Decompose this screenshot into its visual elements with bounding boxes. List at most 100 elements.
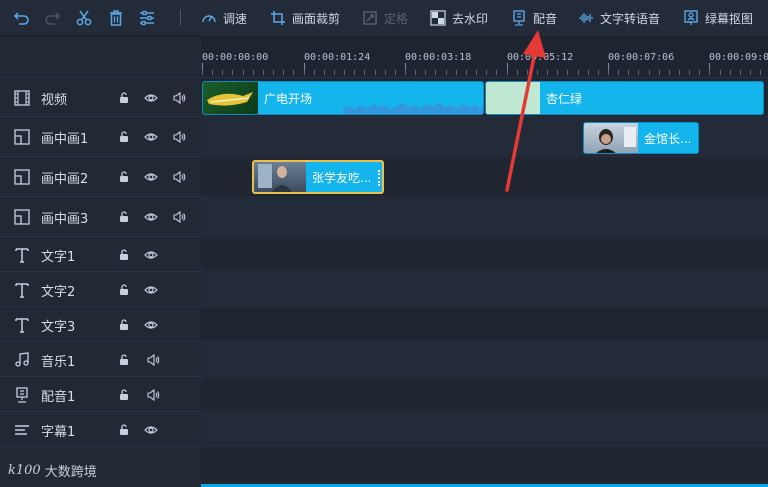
clip-thumbnail <box>584 123 638 153</box>
green-screen-button[interactable]: 绿幕抠图 <box>683 6 753 30</box>
time-ruler[interactable]: 00:00:00:00 00:00:01:24 00:00:03:18 00:00:0… <box>201 37 768 78</box>
music-icon <box>12 350 32 370</box>
ruler-minor-tick <box>466 70 467 75</box>
ruler-minor-tick <box>669 70 670 75</box>
pip-icon <box>12 127 32 147</box>
freeze-button[interactable]: 定格 <box>362 6 408 30</box>
ruler-tick-label: 00:00:00:00 <box>202 52 269 63</box>
text-to-speech-button[interactable]: 文字转语音 <box>578 6 660 30</box>
cut-icon[interactable] <box>73 7 95 29</box>
lock-icon[interactable] <box>116 90 132 106</box>
speaker-icon[interactable] <box>171 90 187 106</box>
crop-icon <box>271 11 285 25</box>
eye-icon[interactable] <box>143 247 159 263</box>
track-header-8[interactable]: 音乐1 <box>0 342 201 377</box>
lock-icon[interactable] <box>116 317 132 333</box>
settings-icon[interactable] <box>136 7 158 29</box>
track-header-3[interactable]: 画中画2 <box>0 157 201 197</box>
track-header-7[interactable]: 文字3 <box>0 307 201 342</box>
lock-icon[interactable] <box>116 247 132 263</box>
lock-icon[interactable] <box>116 422 132 438</box>
ruler-minor-tick <box>659 70 660 75</box>
remove-watermark-icon <box>430 10 446 26</box>
lock-icon[interactable] <box>116 352 132 368</box>
redo-icon[interactable] <box>41 7 63 29</box>
crop-button[interactable]: 画面裁剪 <box>270 6 340 30</box>
track-lane-10[interactable] <box>201 412 768 447</box>
remove-watermark-button[interactable]: 去水印 <box>430 6 488 30</box>
pip-icon <box>12 207 32 227</box>
video-clip-1[interactable]: 广电开场 <box>202 81 484 115</box>
watermark-text: 大数跨境 <box>44 465 97 480</box>
ruler-minor-tick <box>222 70 223 75</box>
eye-icon[interactable] <box>143 129 159 145</box>
track-headers: 视频 画中画1 画中画2 画中画3 文字1 文字2 文字3 音乐1 配音1 字幕1 <box>0 37 201 487</box>
eye-icon[interactable] <box>143 317 159 333</box>
track-header-6[interactable]: 文字2 <box>0 272 201 307</box>
speaker-icon[interactable] <box>145 387 161 403</box>
ruler-minor-tick <box>760 70 761 75</box>
track-label: 字幕1 <box>41 424 76 440</box>
lock-icon[interactable] <box>116 209 132 225</box>
speaker-icon[interactable] <box>171 169 187 185</box>
ruler-minor-tick <box>334 70 335 75</box>
track-lane-4[interactable] <box>201 197 768 237</box>
voiceover-button[interactable]: 配音 <box>511 6 557 30</box>
text-icon <box>12 245 32 265</box>
ruler-minor-tick <box>547 70 548 75</box>
undo-icon[interactable] <box>11 7 33 29</box>
eye-icon[interactable] <box>143 209 159 225</box>
track-lane-8[interactable] <box>201 342 768 377</box>
ruler-minor-tick <box>273 70 274 75</box>
ruler-tick-label: 00:00:09:00 <box>709 52 768 63</box>
eye-icon[interactable] <box>143 90 159 106</box>
ruler-minor-tick <box>405 70 406 75</box>
delete-icon[interactable] <box>105 7 127 29</box>
ruler-minor-tick <box>253 70 254 75</box>
ruler-minor-tick <box>689 70 690 75</box>
lock-icon[interactable] <box>116 129 132 145</box>
text-to-speech-icon <box>579 13 593 23</box>
video-clip-2[interactable]: 杏仁绿 <box>485 81 764 115</box>
track-lane-5[interactable] <box>201 237 768 272</box>
clip-label: 金馆长... <box>644 131 692 146</box>
track-lane-7[interactable] <box>201 307 768 342</box>
speed-button[interactable]: 调速 <box>201 6 247 30</box>
lock-icon[interactable] <box>116 282 132 298</box>
track-header-1[interactable]: 视频 <box>0 78 201 117</box>
track-label: 文字3 <box>41 319 76 335</box>
speaker-icon[interactable] <box>171 209 187 225</box>
ruler-tick-label: 00:00:03:18 <box>405 52 472 63</box>
subtitle-icon <box>12 420 32 440</box>
eye-icon[interactable] <box>143 422 159 438</box>
ruler-minor-tick <box>304 70 305 75</box>
eye-icon[interactable] <box>143 169 159 185</box>
lock-icon[interactable] <box>116 387 132 403</box>
speed-label: 调速 <box>223 11 248 26</box>
clip-label: 广电开场 <box>264 91 313 106</box>
speaker-icon[interactable] <box>145 352 161 368</box>
film-icon <box>12 88 32 108</box>
track-lane-6[interactable] <box>201 272 768 307</box>
track-header-5[interactable]: 文字1 <box>0 237 201 272</box>
ruler-minor-tick <box>496 70 497 75</box>
track-lane-9[interactable] <box>201 377 768 412</box>
timeline[interactable]: 00:00:00:00 00:00:01:24 00:00:03:18 00:00:0… <box>201 37 768 487</box>
track-header-9[interactable]: 配音1 <box>0 377 201 412</box>
track-header-4[interactable]: 画中画3 <box>0 197 201 237</box>
eye-icon[interactable] <box>143 282 159 298</box>
lock-icon[interactable] <box>116 169 132 185</box>
toolbar-separator <box>180 10 181 26</box>
voiceover-label: 配音 <box>533 11 558 26</box>
track-label: 音乐1 <box>41 354 76 370</box>
track-header-2[interactable]: 画中画1 <box>0 117 201 157</box>
ruler-minor-tick <box>456 70 457 75</box>
pip1-clip[interactable]: 金馆长... <box>583 122 699 154</box>
resize-handle[interactable] <box>378 170 380 186</box>
ruler-minor-tick <box>375 70 376 75</box>
ruler-spacer <box>0 37 201 78</box>
track-header-10[interactable]: 字幕1 <box>0 412 201 447</box>
pip2-clip[interactable]: 张学友吃... <box>252 160 384 194</box>
remove-watermark-label: 去水印 <box>452 11 489 26</box>
speaker-icon[interactable] <box>171 129 187 145</box>
